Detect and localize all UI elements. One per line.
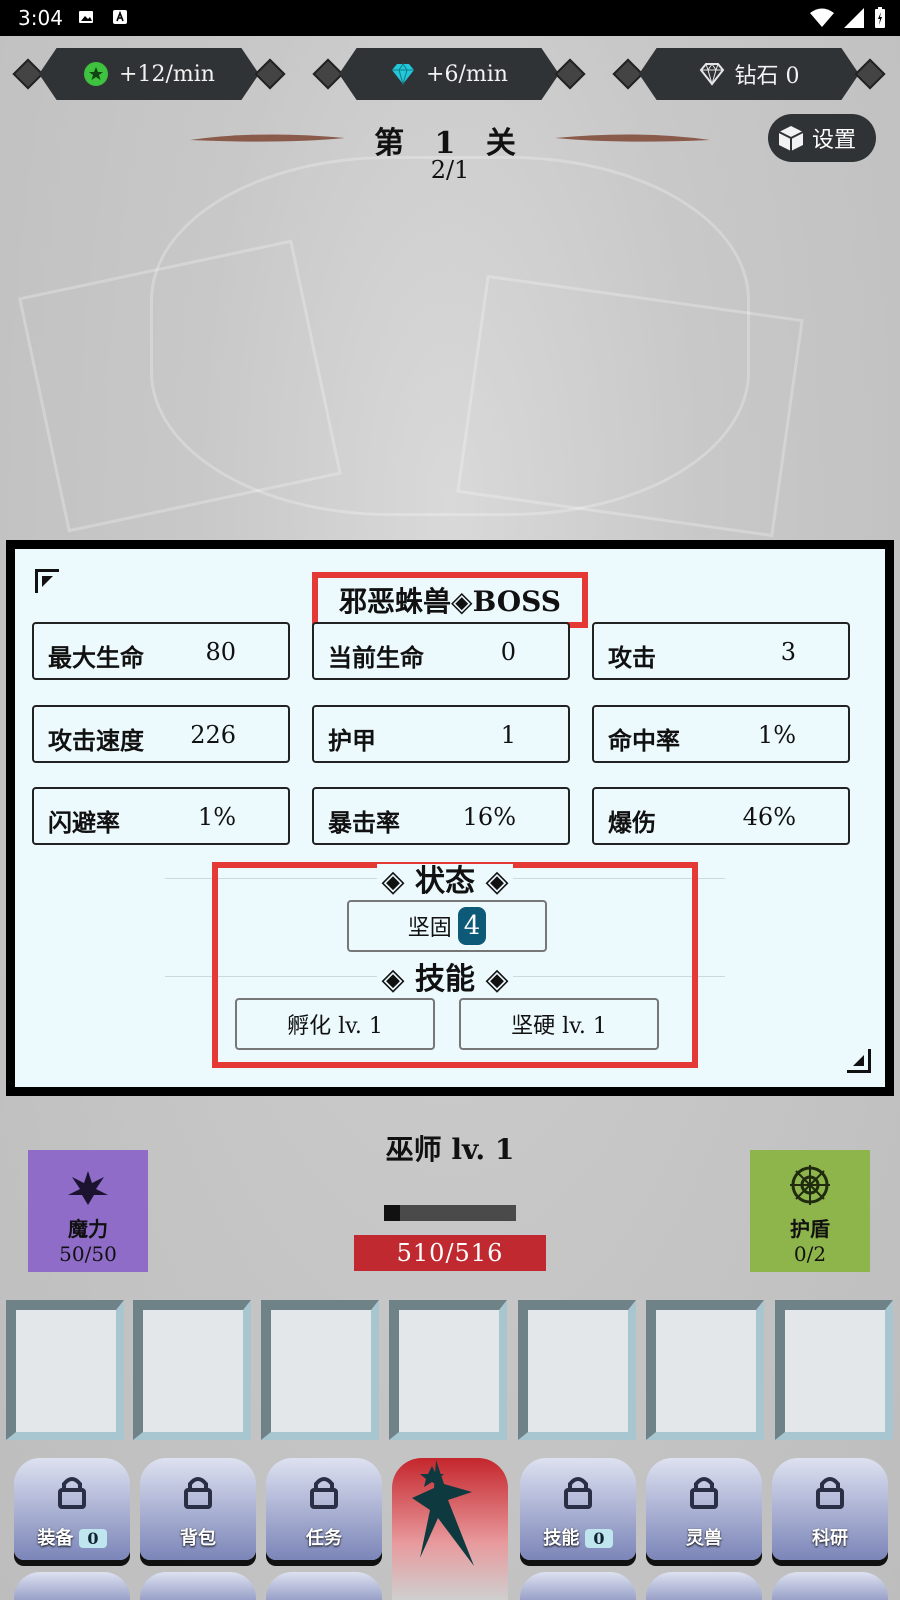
- menu-backpack-button[interactable]: 背包: [140, 1458, 256, 1560]
- resource-gem-rate: +6/min: [312, 48, 586, 100]
- diamond-ornament-icon: [254, 58, 286, 90]
- inventory-slot[interactable]: [261, 1300, 379, 1440]
- lock-icon: [564, 1477, 592, 1509]
- mana-label: 魔力: [68, 1217, 108, 1241]
- shield-value: 0/2: [793, 1242, 827, 1266]
- diamond-ornament-icon: [554, 58, 586, 90]
- status-bar: 3:04: [0, 0, 900, 36]
- font-a-icon: [113, 10, 127, 24]
- status-right-icons: [810, 7, 886, 29]
- menu-row2-button[interactable]: [520, 1572, 636, 1600]
- shield-card[interactable]: 护盾 0/2: [750, 1150, 870, 1272]
- corner-ornament-icon: [35, 569, 59, 593]
- boss-info-dialog: 邪恶蛛兽◈BOSS 最大生命 80 当前生命 0 攻击 3 攻击速度 226 护…: [6, 540, 894, 1096]
- menu-row2-button[interactable]: [140, 1572, 256, 1600]
- resource-diamond: 钻石 0: [612, 48, 886, 100]
- diamond-outline-icon: [699, 63, 724, 86]
- status-time: 3:04: [18, 6, 63, 30]
- menu-research-button[interactable]: 科研: [772, 1458, 888, 1560]
- experience-bar: [384, 1205, 516, 1221]
- settings-label: 设置: [812, 128, 857, 153]
- lock-icon: [184, 1477, 212, 1509]
- lock-icon: [816, 1477, 844, 1509]
- experience-fill: [384, 1205, 400, 1221]
- menu-row2-button[interactable]: [266, 1572, 382, 1600]
- shield-label: 护盾: [790, 1217, 830, 1241]
- player-hp-bar: 510/516: [354, 1235, 546, 1271]
- inventory-slot[interactable]: [646, 1300, 764, 1440]
- lock-icon: [310, 1477, 338, 1509]
- corner-ornament-icon: [847, 1049, 871, 1073]
- stat-hit-rate: 命中率 1%: [592, 705, 850, 763]
- menu-skills-button[interactable]: 技能 0: [520, 1458, 636, 1560]
- shield-rune-icon: [790, 1165, 830, 1205]
- inventory-slot[interactable]: [133, 1300, 251, 1440]
- battery-icon: [875, 7, 885, 28]
- green-star-coin-icon: [84, 62, 109, 86]
- mana-card[interactable]: 魔力 50/50: [28, 1150, 148, 1272]
- wifi-icon: [810, 8, 834, 27]
- lock-icon: [690, 1477, 718, 1509]
- lock-icon: [58, 1477, 86, 1509]
- inventory-slot[interactable]: [6, 1300, 124, 1440]
- gem-rate-value: +6/min: [426, 61, 508, 87]
- stage-progress: 2/1: [430, 156, 470, 184]
- resource-gold-rate: +12/min: [12, 48, 286, 100]
- stat-dodge-rate: 闪避率 1%: [32, 787, 290, 845]
- inventory-slot[interactable]: [518, 1300, 636, 1440]
- signal-icon: [844, 8, 864, 28]
- diamond-count: 钻石 0: [734, 64, 800, 89]
- mana-flower-icon: [68, 1171, 108, 1205]
- cube-icon: [778, 126, 804, 151]
- image-icon: [79, 11, 93, 23]
- settings-button[interactable]: 设置: [768, 114, 876, 162]
- inventory-slot[interactable]: [389, 1300, 507, 1440]
- menu-row2-button[interactable]: [14, 1572, 130, 1600]
- stat-crit-damage: 爆伤 46%: [592, 787, 850, 845]
- gold-rate-value: +12/min: [119, 61, 215, 87]
- stat-crit-rate: 暴击率 16%: [312, 787, 570, 845]
- menu-badge: 0: [79, 1529, 107, 1548]
- menu-badge: 0: [585, 1529, 613, 1548]
- wizard-hat-icon: [412, 1460, 474, 1566]
- menu-quest-button[interactable]: 任务: [266, 1458, 382, 1560]
- stat-max-hp: 最大生命 80: [32, 622, 290, 680]
- diamond-ornament-icon: [612, 58, 644, 90]
- menu-row2-button[interactable]: [772, 1572, 888, 1600]
- menu-spirit-beast-button[interactable]: 灵兽: [646, 1458, 762, 1560]
- menu-row2-button[interactable]: [646, 1572, 762, 1600]
- cyan-gem-icon: [392, 63, 415, 86]
- stat-current-hp: 当前生命 0: [312, 622, 570, 680]
- boss-name: 邪恶蛛兽◈BOSS: [312, 572, 588, 628]
- diamond-ornament-icon: [12, 58, 44, 90]
- stat-armor: 护甲 1: [312, 705, 570, 763]
- stat-attack-speed: 攻击速度 226: [32, 705, 290, 763]
- stat-attack: 攻击 3: [592, 622, 850, 680]
- diamond-ornament-icon: [312, 58, 344, 90]
- mana-value: 50/50: [59, 1242, 117, 1266]
- diamond-ornament-icon: [854, 58, 886, 90]
- menu-equipment-button[interactable]: 装备 0: [14, 1458, 130, 1560]
- boss-info-panel: 邪恶蛛兽◈BOSS 最大生命 80 当前生命 0 攻击 3 攻击速度 226 护…: [15, 549, 885, 1087]
- menu-wizard-home-button[interactable]: [392, 1458, 508, 1600]
- inventory-slot[interactable]: [775, 1300, 893, 1440]
